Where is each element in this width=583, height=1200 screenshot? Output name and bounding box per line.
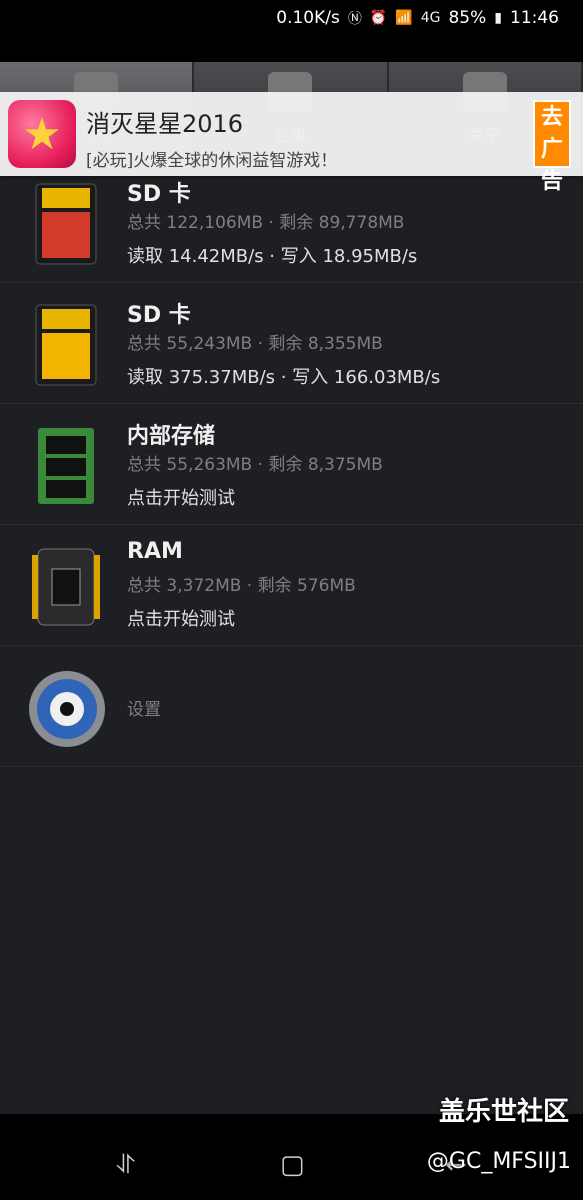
- list-item-internal[interactable]: 内部存储 总共 55,263MB · 剩余 8,375MB 点击开始测试: [0, 404, 583, 525]
- item-capacity: 总共 55,263MB · 剩余 8,375MB: [127, 455, 383, 475]
- item-capacity: 总共 122,106MB · 剩余 89,778MB: [127, 213, 405, 233]
- settings-label: 设置: [127, 700, 161, 720]
- watermark-handle: @GC_MFSIIJ1: [426, 1149, 571, 1174]
- internal-storage-icon: [38, 428, 94, 504]
- sd-card-yellow-icon: [35, 304, 97, 386]
- gear-icon: [29, 671, 105, 747]
- battery-level: 85%: [448, 8, 487, 28]
- item-action: 点击开始测试: [127, 488, 235, 509]
- item-speed: 读取 14.42MB/s · 写入 18.95MB/s: [127, 246, 418, 267]
- status-bar: 0.10K/s Ⓝ ⏰ 📶 4G 85% ▮ 11:46: [0, 0, 583, 36]
- network-speed: 0.10K/s: [276, 8, 340, 28]
- nfc-icon: Ⓝ: [347, 11, 362, 27]
- item-speed: 读取 375.37MB/s · 写入 166.03MB/s: [127, 367, 441, 388]
- item-name: RAM: [127, 539, 183, 564]
- star-app-icon: ★: [8, 100, 76, 168]
- wifi-icon: 📶: [395, 10, 413, 26]
- item-name: 内部存储: [127, 424, 216, 449]
- item-name: SD 卡: [127, 303, 191, 328]
- clock: 11:46: [510, 8, 559, 28]
- battery-icon: ▮: [494, 10, 502, 26]
- item-name: SD 卡: [127, 182, 191, 207]
- list-item-settings[interactable]: 设置: [0, 646, 583, 767]
- storage-list: SD 卡 总共 122,106MB · 剩余 89,778MB 读取 14.42…: [0, 162, 583, 767]
- ad-title: 消灭星星2016: [86, 110, 244, 138]
- recent-apps-icon[interactable]: ⥯: [116, 1150, 135, 1181]
- item-capacity: 总共 55,243MB · 剩余 8,355MB: [127, 334, 383, 354]
- signal-icon: 4G: [420, 10, 441, 26]
- app-top-spacer: [0, 36, 583, 64]
- list-item-sd-2[interactable]: SD 卡 总共 55,243MB · 剩余 8,355MB 读取 375.37M…: [0, 283, 583, 404]
- list-item-sd-1[interactable]: SD 卡 总共 122,106MB · 剩余 89,778MB 读取 14.42…: [0, 162, 583, 283]
- item-capacity: 总共 3,372MB · 剩余 576MB: [127, 576, 356, 596]
- item-action: 点击开始测试: [127, 609, 235, 630]
- watermark-text: 盖乐世社区: [438, 1097, 569, 1127]
- sd-card-red-icon: [35, 183, 97, 265]
- list-item-ram[interactable]: RAM 总共 3,372MB · 剩余 576MB 点击开始测试: [0, 525, 583, 646]
- alarm-icon: ⏰: [369, 10, 388, 26]
- ram-chip-icon: [32, 548, 100, 626]
- remove-ad-button[interactable]: 去广告: [533, 100, 571, 194]
- home-icon[interactable]: ▢: [280, 1150, 305, 1180]
